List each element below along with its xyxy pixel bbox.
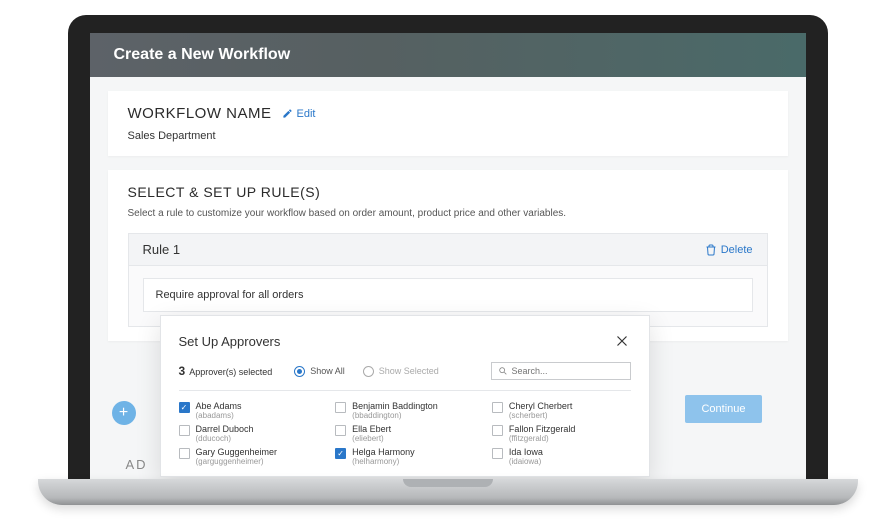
page-title: Create a New Workflow — [114, 46, 291, 64]
trash-icon — [705, 244, 717, 256]
delete-label: Delete — [721, 244, 753, 256]
approver-item[interactable]: Helga Harmony(helharmony) — [335, 447, 474, 466]
approver-list: Abe Adams(abadams) Benjamin Baddington(bb… — [179, 401, 631, 466]
approver-name: Fallon Fitzgerald — [509, 424, 576, 434]
checkbox-icon — [179, 448, 190, 459]
radio-show-all[interactable]: Show All — [294, 366, 345, 377]
rule-1: Rule 1 Delete Require approval for all o… — [128, 233, 768, 327]
search-input[interactable] — [512, 366, 624, 376]
checkbox-icon — [492, 425, 503, 436]
approver-name: Abe Adams — [196, 401, 242, 411]
pencil-icon — [282, 108, 293, 119]
search-box[interactable] — [491, 362, 631, 380]
approvers-modal: Set Up Approvers 3Approver(s) selected S… — [160, 315, 650, 477]
workflow-name-panel: WORKFLOW NAME Edit Sales Department — [108, 91, 788, 156]
approver-item[interactable]: Gary Guggenheimer(garguggenheimer) — [179, 447, 318, 466]
laptop-screen: Create a New Workflow WORKFLOW NAME Edit… — [68, 15, 828, 479]
selected-count: 3Approver(s) selected — [179, 364, 273, 378]
approver-username: (ffitzgerald) — [509, 434, 576, 443]
checkbox-icon — [335, 425, 346, 436]
approver-item[interactable]: Fallon Fitzgerald(ffitzgerald) — [492, 424, 631, 443]
rules-desc: Select a rule to customize your workflow… — [128, 208, 768, 219]
approver-name: Gary Guggenheimer — [196, 447, 278, 457]
rule-body: Require approval for all orders — [143, 278, 753, 312]
header-bar: Create a New Workflow — [90, 33, 806, 77]
laptop-notch — [403, 479, 493, 487]
approver-item[interactable]: Darrel Duboch(dducoch) — [179, 424, 318, 443]
delete-rule-button[interactable]: Delete — [705, 244, 753, 256]
approver-name: Benjamin Baddington — [352, 401, 438, 411]
rule-title: Rule 1 — [143, 242, 181, 257]
radio-circle-icon — [294, 366, 305, 377]
count-label: Approver(s) selected — [189, 367, 272, 377]
approver-name: Ida Iowa — [509, 447, 543, 457]
rules-title: SELECT & SET UP RULE(S) — [128, 184, 768, 200]
approver-name: Ella Ebert — [352, 424, 391, 434]
radio-show-selected-label: Show Selected — [379, 366, 439, 376]
approver-name: Darrel Duboch — [196, 424, 254, 434]
checkbox-icon — [335, 448, 346, 459]
approver-item[interactable]: Cheryl Cherbert(scherbert) — [492, 401, 631, 420]
approver-item[interactable]: Abe Adams(abadams) — [179, 401, 318, 420]
workflow-name-value: Sales Department — [128, 130, 768, 142]
continue-button[interactable]: Continue — [685, 395, 761, 423]
checkbox-icon — [335, 402, 346, 413]
approver-username: (eliebert) — [352, 434, 391, 443]
approver-username: (bbaddington) — [352, 411, 438, 420]
checkbox-icon — [179, 402, 190, 413]
laptop-base — [38, 479, 858, 505]
app-window: Create a New Workflow WORKFLOW NAME Edit… — [90, 33, 806, 479]
modal-title: Set Up Approvers — [179, 334, 281, 349]
radio-show-selected[interactable]: Show Selected — [363, 366, 439, 377]
bottom-section-label: AD — [126, 457, 148, 472]
add-rule-button[interactable]: + — [112, 401, 136, 425]
checkbox-icon — [179, 425, 190, 436]
approver-username: (abadams) — [196, 411, 242, 420]
approver-name: Helga Harmony — [352, 447, 415, 457]
approver-item[interactable]: Ella Ebert(eliebert) — [335, 424, 474, 443]
approver-name: Cheryl Cherbert — [509, 401, 573, 411]
approver-username: (scherbert) — [509, 411, 573, 420]
edit-label: Edit — [297, 108, 316, 120]
search-icon — [498, 366, 508, 376]
approver-username: (dducoch) — [196, 434, 254, 443]
approver-item[interactable]: Ida Iowa(idaiowa) — [492, 447, 631, 466]
workflow-name-label: WORKFLOW NAME — [128, 105, 272, 122]
count-number: 3 — [179, 364, 186, 378]
radio-show-all-label: Show All — [310, 366, 345, 376]
approver-username: (helharmony) — [352, 457, 415, 466]
plus-icon: + — [119, 404, 128, 422]
close-icon[interactable] — [613, 332, 631, 350]
checkbox-icon — [492, 448, 503, 459]
radio-circle-icon — [363, 366, 374, 377]
approver-username: (idaiowa) — [509, 457, 543, 466]
laptop-frame: Create a New Workflow WORKFLOW NAME Edit… — [38, 15, 858, 509]
edit-button[interactable]: Edit — [282, 108, 316, 120]
approver-username: (garguggenheimer) — [196, 457, 278, 466]
approver-item[interactable]: Benjamin Baddington(bbaddington) — [335, 401, 474, 420]
checkbox-icon — [492, 402, 503, 413]
